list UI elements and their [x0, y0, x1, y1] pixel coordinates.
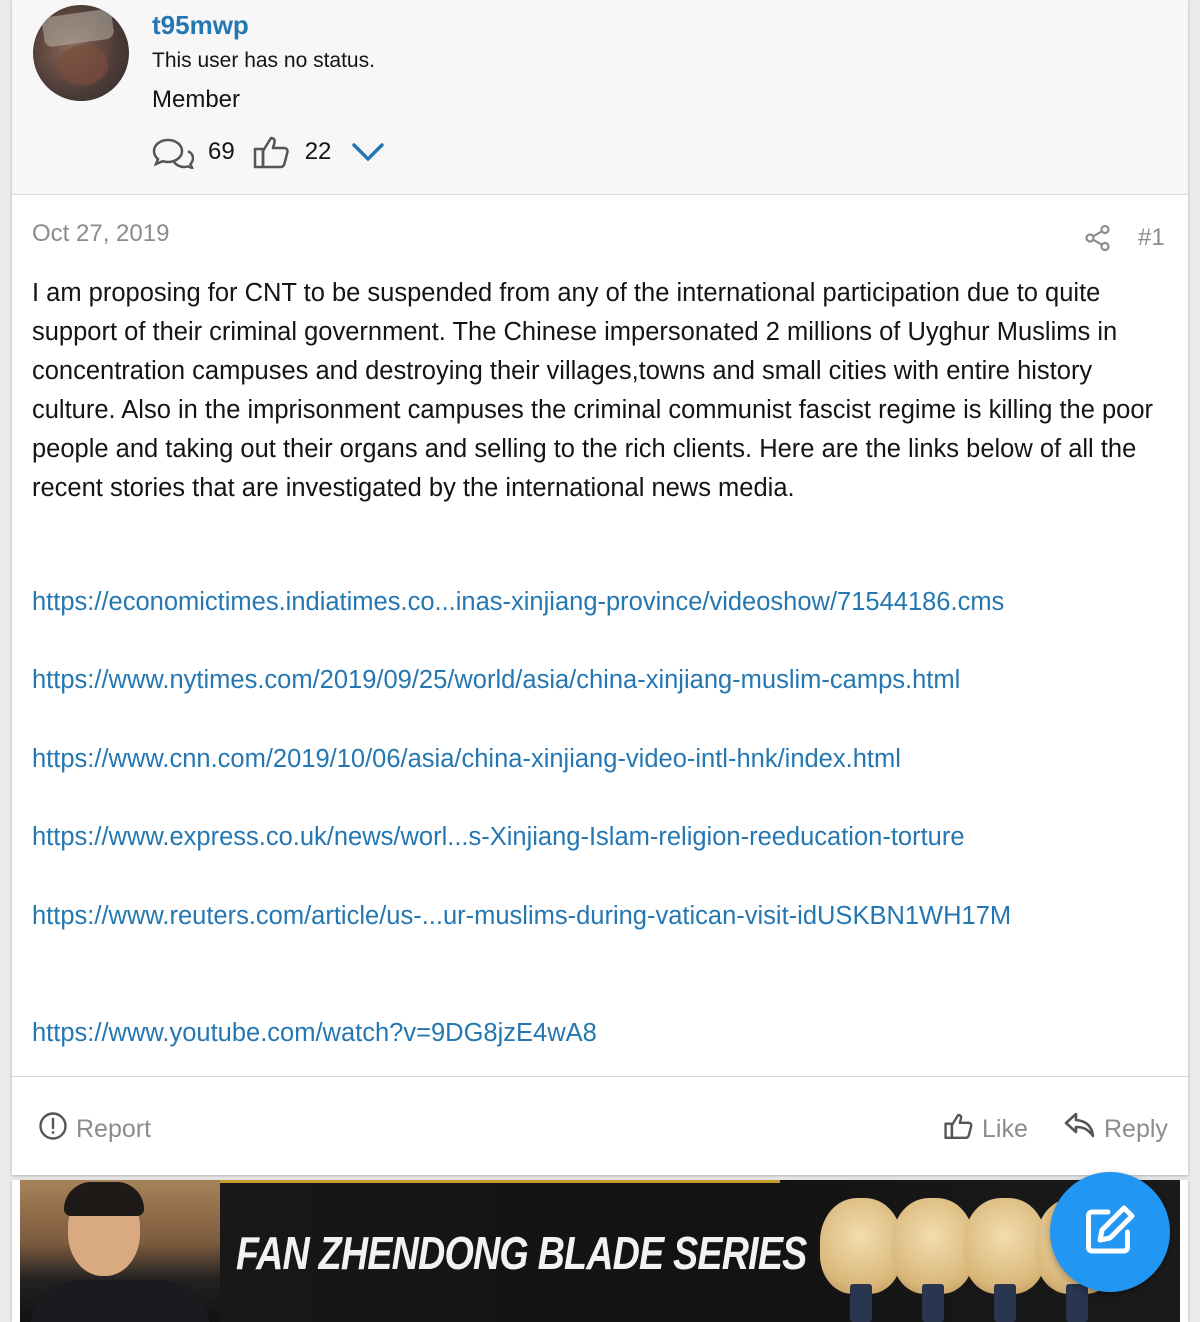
player-hair: [64, 1182, 144, 1216]
player-shirt: [30, 1280, 210, 1322]
post-container: t95mwp This user has no status. Member 6…: [12, 0, 1188, 1175]
share-icon[interactable]: [1084, 224, 1112, 257]
banner-title: FAN ZHENDONG BLADE SERIES: [236, 1227, 807, 1279]
post-link-6[interactable]: https://www.youtube.com/watch?v=9DG8jzE4…: [32, 1019, 597, 1048]
avatar[interactable]: [33, 5, 129, 101]
like-icon: [944, 1111, 982, 1148]
reply-label: Reply: [1104, 1115, 1168, 1143]
post-actions: Report Like Reply: [12, 1076, 1188, 1175]
blade-image-2: [892, 1198, 974, 1294]
new-post-button[interactable]: [1050, 1172, 1170, 1292]
post-message: I am proposing for CNT to be suspended f…: [32, 279, 1154, 502]
report-icon: [38, 1111, 76, 1148]
messages-count: 69: [208, 138, 235, 165]
reactions-count: 22: [304, 138, 332, 165]
post-link-2[interactable]: https://www.nytimes.com/2019/09/25/world…: [32, 666, 960, 695]
blade-handle-1: [850, 1284, 872, 1322]
post-link-4[interactable]: https://www.express.co.uk/news/worl...s-…: [32, 823, 965, 852]
blade-handle-2: [922, 1284, 944, 1322]
reply-icon: [1064, 1111, 1104, 1148]
report-button[interactable]: Report: [38, 1111, 151, 1148]
post-link-3[interactable]: https://www.cnn.com/2019/10/06/asia/chin…: [32, 745, 901, 774]
blade-handle-4: [1066, 1284, 1088, 1322]
user-stats: 69 22: [150, 132, 385, 172]
ad-banner[interactable]: FAN ZHENDONG BLADE SERIES: [12, 1180, 1188, 1322]
ad-banner-image[interactable]: FAN ZHENDONG BLADE SERIES: [20, 1180, 1180, 1322]
blade-handle-3: [994, 1284, 1016, 1322]
post-date[interactable]: Oct 27, 2019: [32, 220, 169, 248]
blade-image-3: [964, 1198, 1046, 1294]
post-link-1[interactable]: https://economictimes.indiatimes.co...in…: [32, 588, 1004, 617]
blade-image-1: [820, 1198, 902, 1294]
chevron-down-icon[interactable]: [351, 141, 385, 163]
reply-button[interactable]: Reply: [1064, 1111, 1168, 1148]
user-role: Member: [152, 86, 241, 113]
post-link-5[interactable]: https://www.reuters.com/article/us-...ur…: [32, 902, 1011, 931]
like-button[interactable]: Like: [944, 1111, 1028, 1148]
like-label: Like: [982, 1115, 1028, 1143]
edit-icon: [1080, 1200, 1140, 1265]
user-status: This user has no status.: [152, 49, 375, 72]
messages-icon: [150, 135, 194, 169]
username-link[interactable]: t95mwp: [152, 10, 249, 41]
user-block: t95mwp This user has no status. Member 6…: [12, 0, 1188, 195]
report-label: Report: [76, 1115, 152, 1143]
thumbs-up-icon: [253, 134, 291, 170]
player-photo: [20, 1180, 220, 1322]
post-number[interactable]: #1: [1138, 224, 1165, 252]
